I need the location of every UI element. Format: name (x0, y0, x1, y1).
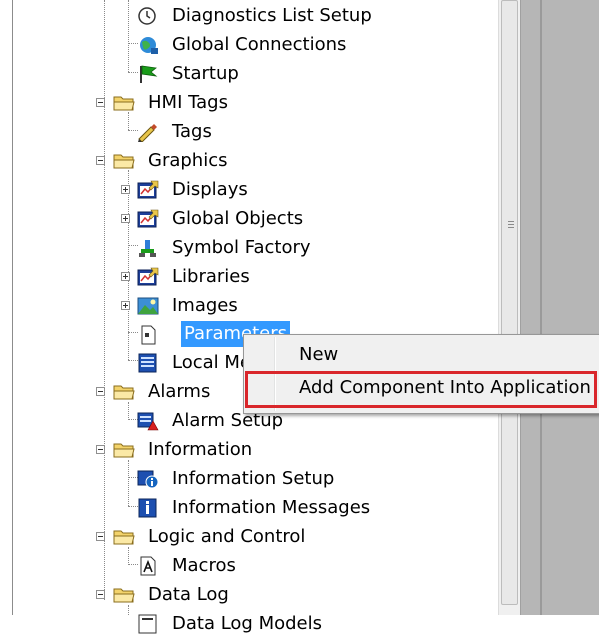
tree-item-label: Logic and Control (148, 526, 306, 547)
diagnostics-clock-icon (138, 7, 156, 25)
folder-icon (113, 443, 135, 458)
display-icon (137, 209, 159, 228)
highlight-annotation-box (245, 371, 597, 408)
folder-icon (113, 385, 135, 400)
info-messages-icon (138, 498, 157, 518)
folder-icon (113, 96, 135, 111)
tree-item-label: Global Connections (172, 34, 347, 55)
tree-item-label: Information Messages (172, 497, 371, 518)
panel-divider (540, 0, 542, 615)
collapse-toggle[interactable] (96, 445, 105, 454)
tree-item-label: Information (148, 439, 253, 460)
tree-item-tags[interactable]: Tags (13, 117, 493, 146)
image-icon (137, 297, 159, 315)
tree-item-label: Startup (172, 63, 239, 84)
info-setup-icon (137, 470, 159, 489)
vertical-scrollbar[interactable] (498, 0, 521, 615)
expand-toggle[interactable] (121, 185, 130, 194)
tree-item-label: Images (172, 295, 238, 316)
tree-item-information-messages[interactable]: Information Messages (13, 493, 493, 522)
tree-item-label: HMI Tags (148, 92, 228, 113)
collapse-toggle[interactable] (96, 532, 105, 541)
scrollbar-grip-icon (508, 221, 514, 228)
tree-item-startup[interactable]: Startup (13, 59, 493, 88)
tree-item-symbol-factory[interactable]: Symbol Factory (13, 233, 493, 262)
local-messages-icon (138, 353, 157, 373)
folder-icon (113, 154, 135, 169)
tree-item-graphics[interactable]: Graphics (13, 146, 493, 175)
tree-item-label: Data Log (148, 584, 229, 605)
explorer-tree: Diagnostics List Setup Global Connection… (13, 0, 520, 634)
tree-item-label: Data Log Models (172, 613, 322, 634)
tree-item-information[interactable]: Information (13, 435, 493, 464)
tree-item-information-setup[interactable]: Information Setup (13, 464, 493, 493)
alarm-setup-icon (137, 412, 159, 431)
data-log-icon (138, 614, 157, 634)
tree-item-logic-and-control[interactable]: Logic and Control (13, 522, 493, 551)
collapse-toggle[interactable] (96, 590, 105, 599)
collapse-toggle[interactable] (96, 156, 105, 165)
expand-toggle[interactable] (121, 301, 130, 310)
macro-icon (140, 556, 156, 576)
tree-item-global-connections[interactable]: Global Connections (13, 30, 493, 59)
tree-item-images[interactable]: Images (13, 291, 493, 320)
tree-item-label: Diagnostics List Setup (172, 5, 372, 26)
globe-icon (140, 37, 158, 54)
folder-icon (113, 588, 135, 603)
display-icon (137, 180, 159, 199)
collapse-toggle[interactable] (96, 387, 105, 396)
tree-item-libraries[interactable]: Libraries (13, 262, 493, 291)
tree-item-label: Global Objects (172, 208, 304, 229)
display-icon (137, 267, 159, 286)
tree-item-data-log[interactable]: Data Log (13, 580, 493, 609)
tree-item-label: Symbol Factory (172, 237, 311, 258)
tree-item-label: Libraries (172, 266, 250, 287)
menu-item-new[interactable]: New (244, 340, 599, 370)
tree-item-displays[interactable]: Displays (13, 175, 493, 204)
tag-pencil-icon (138, 124, 157, 142)
expand-toggle[interactable] (121, 272, 130, 281)
tree-item-label: Information Setup (172, 468, 335, 489)
symbol-factory-icon (139, 240, 156, 257)
tree-item-diagnostics-list-setup[interactable]: Diagnostics List Setup (13, 1, 493, 30)
scrollbar-thumb[interactable] (501, 0, 518, 605)
left-frame-border (0, 0, 13, 615)
green-flag-icon (140, 65, 158, 83)
tree-item-global-objects[interactable]: Global Objects (13, 204, 493, 233)
document-icon (141, 325, 156, 345)
folder-icon (113, 530, 135, 545)
expand-toggle[interactable] (121, 214, 130, 223)
collapse-toggle[interactable] (96, 98, 105, 107)
tree-item-label: Alarms (148, 381, 211, 402)
tree-item-macros[interactable]: Macros (13, 551, 493, 580)
tree-item-data-log-models[interactable]: Data Log Models (13, 609, 493, 638)
tree-item-label: Displays (172, 179, 248, 200)
tree-item-label: Tags (172, 121, 212, 142)
tree-item-label: Graphics (148, 150, 228, 171)
tree-item-label: Macros (172, 555, 236, 576)
tree-item-hmi-tags[interactable]: HMI Tags (13, 88, 493, 117)
right-panel (520, 0, 599, 615)
